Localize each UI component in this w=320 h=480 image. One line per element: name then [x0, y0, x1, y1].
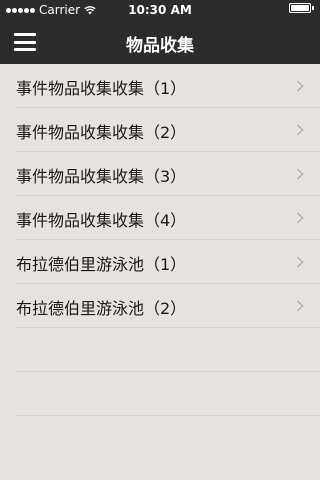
item-list: 事件物品收集收集（1） 事件物品收集收集（2） 事件物品收集收集（3） 事件物品收集收…	[0, 64, 320, 416]
list-item[interactable]: 事件物品收集收集（4）	[16, 196, 320, 240]
status-bar: Carrier 10:30 AM	[0, 0, 320, 20]
empty-row	[16, 372, 320, 416]
list-item[interactable]: 事件物品收集收集（2）	[16, 108, 320, 152]
list-item-label: 事件物品收集收集（4）	[16, 211, 187, 230]
battery-icon	[289, 3, 311, 13]
battery-cap	[312, 6, 314, 10]
navigation-bar: 物品收集	[0, 20, 320, 64]
chevron-right-icon	[296, 80, 304, 92]
status-time: 10:30 AM	[128, 3, 192, 17]
chevron-right-icon	[296, 256, 304, 268]
battery-level	[291, 5, 309, 11]
list-item[interactable]: 布拉德伯里游泳池（2）	[16, 284, 320, 328]
status-right	[285, 3, 314, 13]
list-item-label: 布拉德伯里游泳池（1）	[16, 255, 187, 274]
chevron-right-icon	[296, 212, 304, 224]
chevron-right-icon	[296, 300, 304, 312]
list-item-label: 布拉德伯里游泳池（2）	[16, 299, 187, 318]
list-item-label: 事件物品收集收集（3）	[16, 167, 187, 186]
page-title: 物品收集	[126, 36, 194, 56]
list-item-label: 事件物品收集收集（1）	[16, 79, 187, 98]
chevron-right-icon	[296, 124, 304, 136]
list-item[interactable]: 布拉德伯里游泳池（1）	[16, 240, 320, 284]
list-item[interactable]: 事件物品收集收集（3）	[16, 152, 320, 196]
list-item[interactable]: 事件物品收集收集（1）	[16, 64, 320, 108]
list-item-label: 事件物品收集收集（2）	[16, 123, 187, 142]
chevron-right-icon	[296, 168, 304, 180]
empty-row	[16, 328, 320, 372]
